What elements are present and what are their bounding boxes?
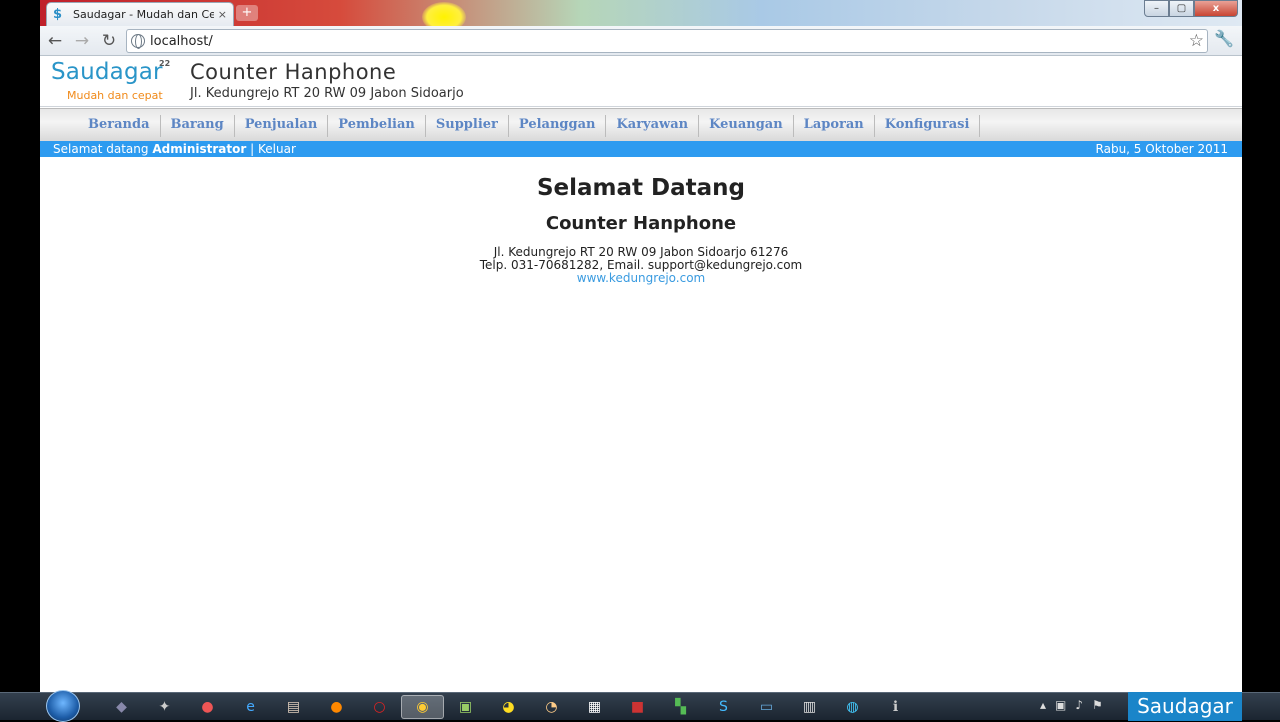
opera-icon[interactable]: ○: [358, 695, 401, 719]
main-content: Selamat Datang Counter Hanphone Jl. Kedu…: [40, 175, 1242, 285]
skype-icon[interactable]: S: [702, 695, 745, 719]
site-address: Jl. Kedungrejo RT 20 RW 09 Jabon Sidoarj…: [190, 86, 464, 101]
wrench-icon[interactable]: 🔧: [1214, 29, 1234, 48]
logout-link[interactable]: Keluar: [258, 142, 296, 156]
logo-tagline: Mudah dan cepat: [67, 89, 163, 102]
bookmark-star-icon[interactable]: ☆: [1189, 31, 1204, 51]
tab-close-icon[interactable]: ×: [218, 8, 227, 21]
terminal-icon[interactable]: ▣: [444, 695, 487, 719]
globe-app-icon[interactable]: ◍: [831, 695, 874, 719]
website-link[interactable]: www.kedungrejo.com: [40, 272, 1242, 285]
tab-title: Saudagar - Mudah dan Cep: [73, 8, 214, 21]
tray-app-icon[interactable]: ▣: [1055, 698, 1066, 712]
main-menu-bar: Beranda Barang Penjualan Pembelian Suppl…: [40, 108, 1242, 141]
tray-expand-icon[interactable]: ▴: [1040, 698, 1046, 712]
window-controls: – ▢ x: [1144, 0, 1238, 17]
taskbar-app-label: Saudagar: [1128, 692, 1242, 721]
back-arrow-icon[interactable]: ←: [43, 29, 67, 53]
maximize-button[interactable]: ▢: [1169, 0, 1194, 17]
folder-icon[interactable]: ▤: [272, 695, 315, 719]
pin-icon[interactable]: ℹ: [874, 695, 917, 719]
window-icon[interactable]: ▥: [788, 695, 831, 719]
logo-text: Saudagar: [51, 59, 163, 85]
minimize-button[interactable]: –: [1144, 0, 1169, 17]
action-center-flag-icon[interactable]: ⚑: [1092, 698, 1103, 712]
calculator-icon[interactable]: ▦: [573, 695, 616, 719]
menu-item-keuangan[interactable]: Keuangan: [699, 115, 794, 137]
menu-item-beranda[interactable]: Beranda: [78, 115, 161, 137]
user-status-bar: Selamat datang Administrator | Keluar Ra…: [40, 141, 1242, 157]
tools-icon[interactable]: ✦: [143, 695, 186, 719]
close-window-button[interactable]: x: [1194, 0, 1238, 17]
browser-titlebar[interactable]: $ Saudagar - Mudah dan Cep × + – ▢ x: [40, 0, 1242, 32]
menu-item-konfigurasi[interactable]: Konfigurasi: [875, 115, 981, 137]
taskbar-icons: ◆ ✦ ● e ▤ ● ○ ◉ ▣ ◕ ◔ ▦ ■ ▚ S ▭ ▥ ◍ ℹ: [100, 695, 917, 719]
url-text[interactable]: localhost/: [150, 34, 213, 49]
page-heading: Selamat Datang: [536, 175, 746, 201]
current-date: Rabu, 5 Oktober 2011: [1095, 142, 1228, 156]
menu-item-laporan[interactable]: Laporan: [794, 115, 875, 137]
site-title: Counter Hanphone: [190, 60, 397, 84]
new-tab-button[interactable]: +: [236, 5, 258, 21]
desktop-screen: $ Saudagar - Mudah dan Cep × + – ▢ x ← →…: [0, 0, 1280, 722]
internet-explorer-icon[interactable]: e: [229, 695, 272, 719]
remote-desktop-icon[interactable]: ▭: [745, 695, 788, 719]
browser-toolbar: ← → ↻ localhost/ ☆ 🔧: [40, 26, 1242, 56]
logo-superscript: 22: [159, 59, 171, 68]
site-logo[interactable]: Saudagar 22 Mudah dan cepat: [51, 59, 176, 103]
browser-window: $ Saudagar - Mudah dan Cep × + – ▢ x ← →…: [40, 0, 1242, 692]
start-button[interactable]: [46, 690, 80, 722]
menu-item-karyawan[interactable]: Karyawan: [606, 115, 700, 137]
screen-border: [1242, 0, 1280, 692]
menu-item-supplier[interactable]: Supplier: [426, 115, 509, 137]
app-icon-2[interactable]: ◕: [487, 695, 530, 719]
menu-item-pembelian[interactable]: Pembelian: [328, 115, 426, 137]
forward-arrow-icon[interactable]: →: [70, 29, 94, 53]
paint-icon[interactable]: ◔: [530, 695, 573, 719]
windows-taskbar: ◆ ✦ ● e ▤ ● ○ ◉ ▣ ◕ ◔ ▦ ■ ▚ S ▭ ▥ ◍ ℹ ▴ …: [0, 690, 1280, 722]
menu-item-pelanggan[interactable]: Pelanggan: [509, 115, 607, 137]
network-icon[interactable]: ▚: [659, 695, 702, 719]
address-bar[interactable]: localhost/ ☆: [126, 29, 1208, 53]
dollar-favicon-icon: $: [53, 6, 63, 22]
reload-icon[interactable]: ↻: [97, 29, 121, 53]
firefox-icon[interactable]: ●: [315, 695, 358, 719]
main-menu: Beranda Barang Penjualan Pembelian Suppl…: [78, 115, 981, 137]
web-page: Saudagar 22 Mudah dan cepat Counter Hanp…: [40, 57, 1242, 692]
book-icon[interactable]: ■: [616, 695, 659, 719]
user-name: Administrator: [152, 142, 247, 156]
company-name: Counter Hanphone: [545, 213, 737, 234]
site-header: Saudagar 22 Mudah dan cepat Counter Hanp…: [40, 57, 1242, 107]
separator: |: [250, 142, 255, 156]
browser-tab[interactable]: $ Saudagar - Mudah dan Cep ×: [46, 2, 234, 26]
chrome-icon[interactable]: ◉: [401, 695, 444, 719]
menu-item-penjualan[interactable]: Penjualan: [235, 115, 329, 137]
media-player-icon[interactable]: ◆: [100, 695, 143, 719]
app-icon[interactable]: ●: [186, 695, 229, 719]
welcome-message: Selamat datang Administrator | Keluar: [53, 141, 296, 157]
system-tray: ▴ ▣ ♪ ⚑: [1040, 698, 1103, 712]
globe-icon: [131, 34, 145, 49]
volume-icon[interactable]: ♪: [1075, 698, 1083, 712]
welcome-prefix: Selamat datang: [53, 142, 149, 156]
menu-item-barang[interactable]: Barang: [161, 115, 235, 137]
